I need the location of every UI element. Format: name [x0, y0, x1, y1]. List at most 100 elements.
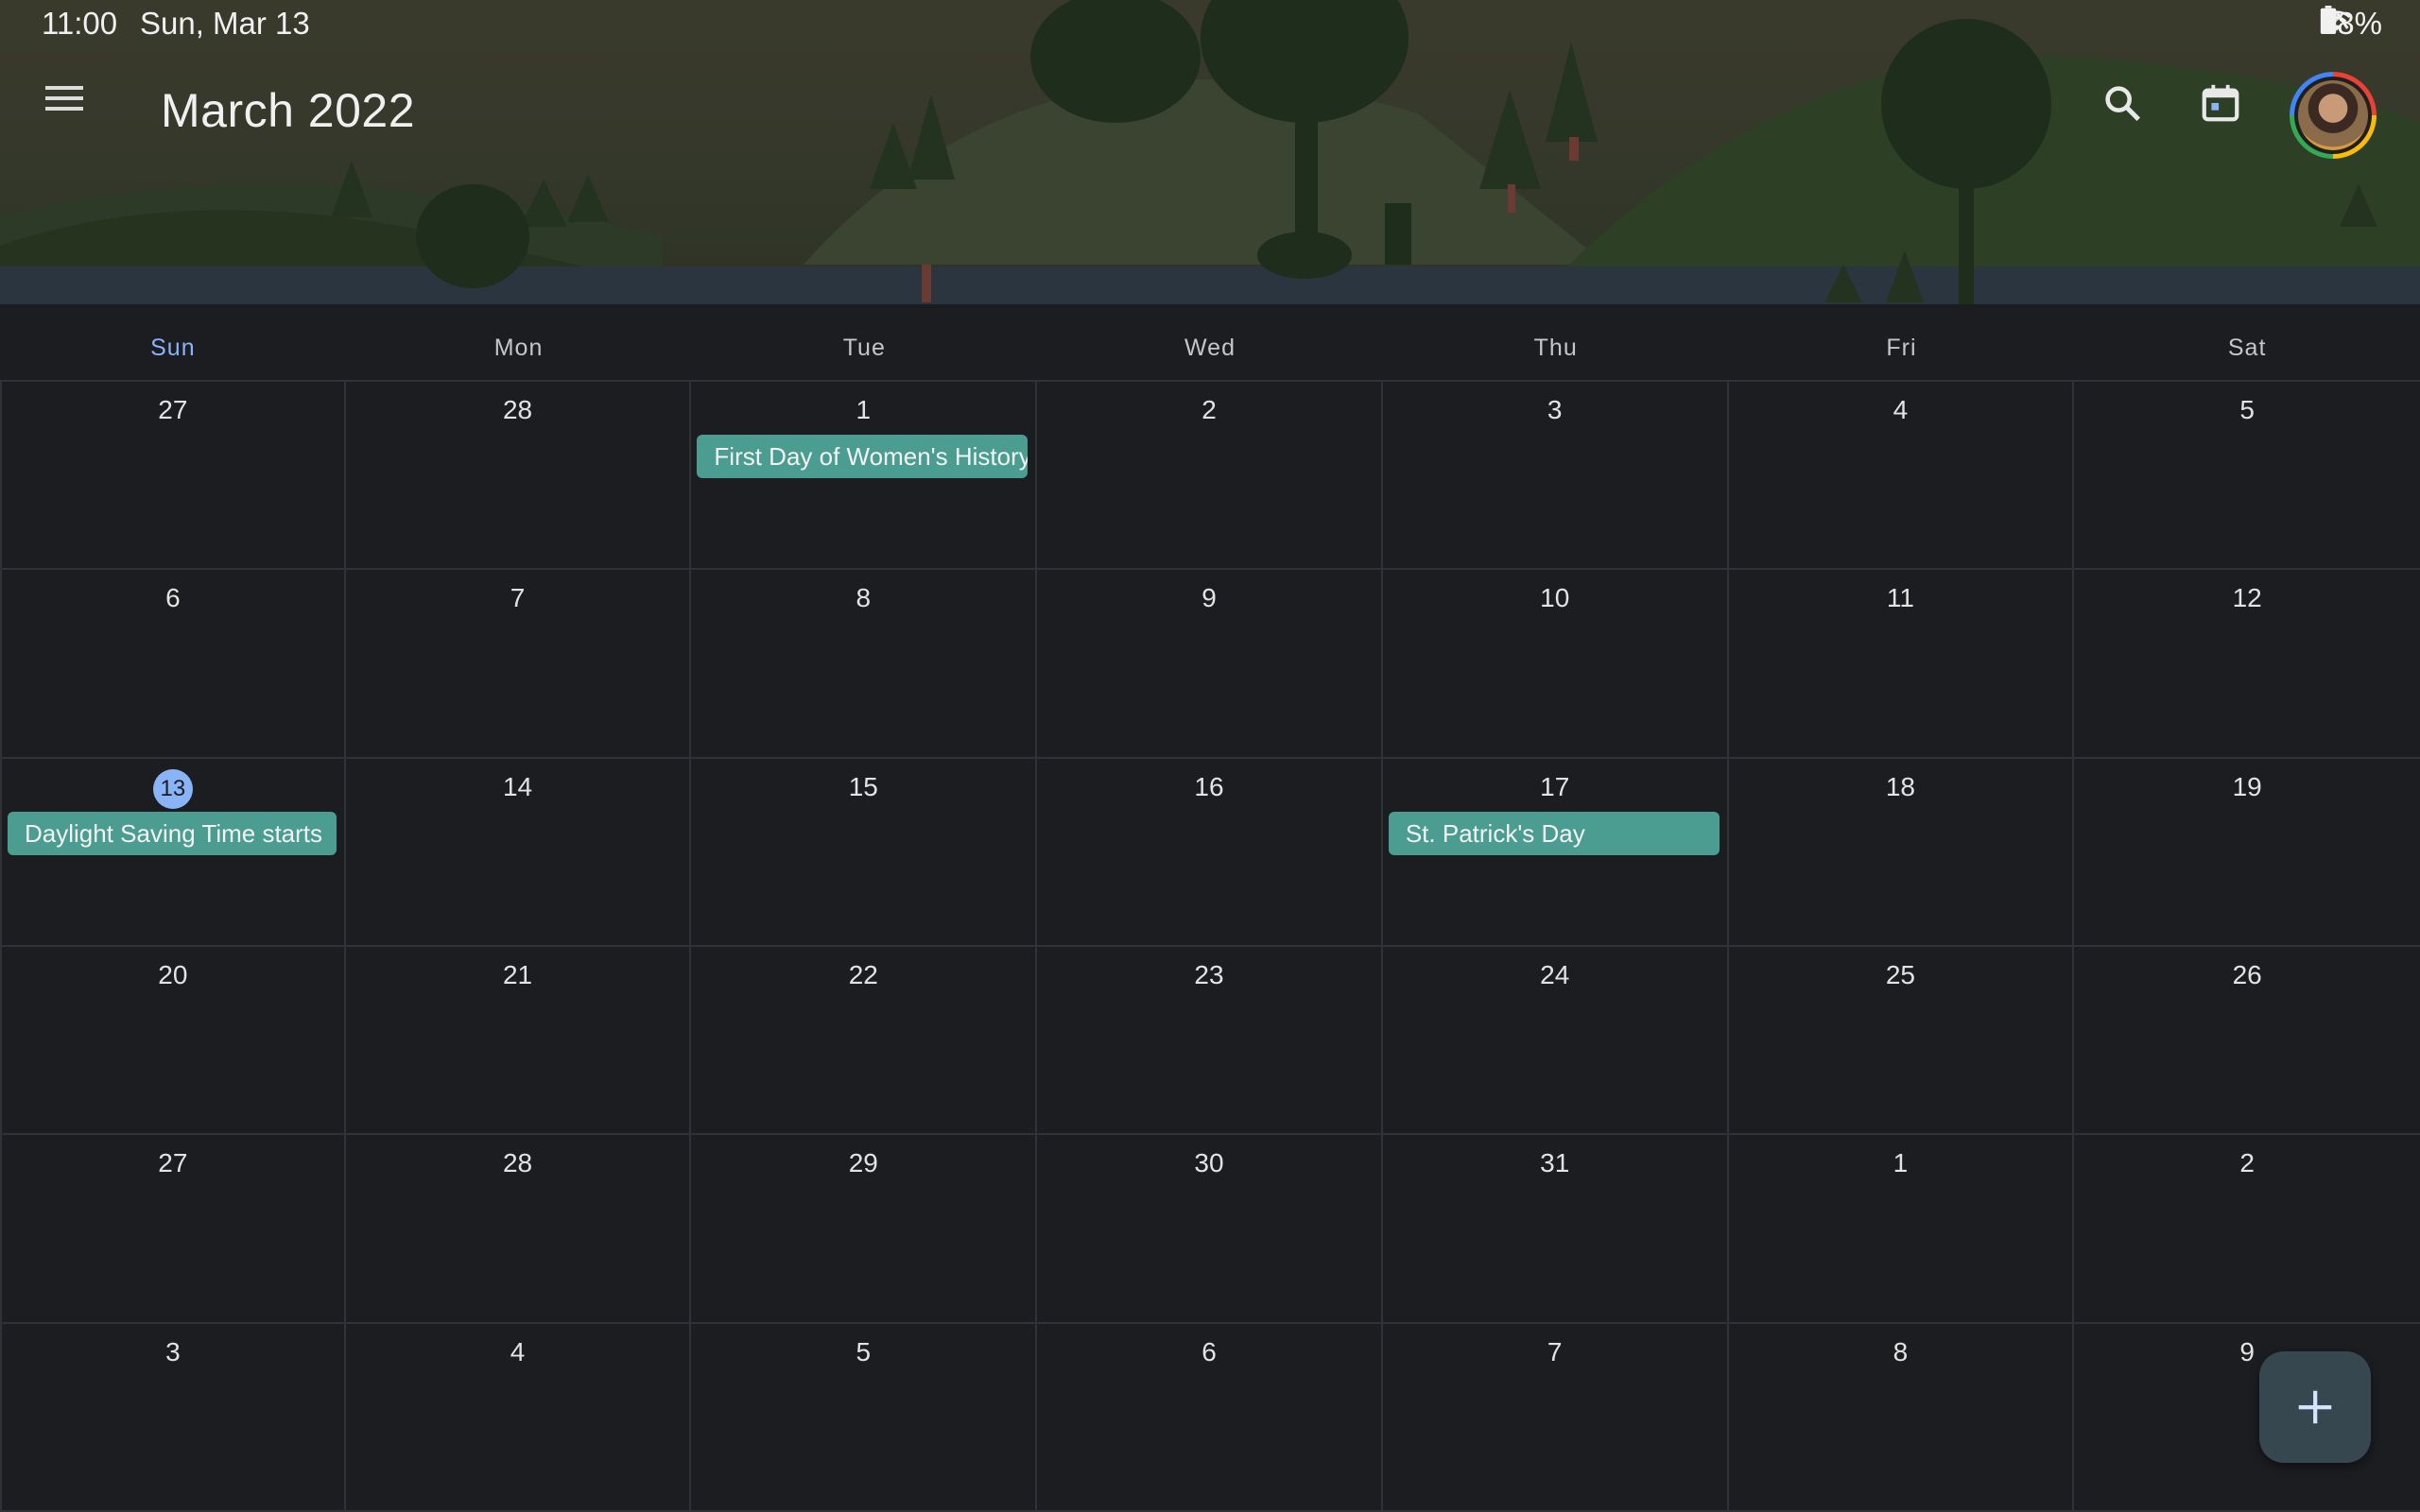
- day-number-text: 1: [856, 395, 872, 424]
- event-chip[interactable]: First Day of Women's History Month: [697, 435, 1028, 478]
- app-bar: March 2022: [0, 57, 2420, 170]
- day-cell[interactable]: 1: [1728, 1135, 2075, 1324]
- day-number: 1: [691, 395, 1035, 425]
- day-number: 28: [346, 395, 690, 425]
- day-cell[interactable]: 9: [1037, 570, 1383, 759]
- day-number: 5: [2074, 395, 2420, 425]
- calendar-today-icon: [2202, 84, 2239, 122]
- day-cell[interactable]: 15: [691, 758, 1038, 947]
- weekday-thu: Thu: [1533, 334, 1578, 361]
- menu-icon: [45, 86, 83, 111]
- day-number-text: 14: [502, 771, 533, 801]
- day-number-text: 8: [1893, 1336, 1909, 1366]
- create-event-button[interactable]: [2259, 1351, 2371, 1463]
- day-cell[interactable]: 6: [0, 570, 346, 759]
- day-cell[interactable]: 10: [1382, 570, 1729, 759]
- day-cell[interactable]: 21: [345, 946, 692, 1136]
- day-number-text: 3: [1547, 395, 1563, 424]
- day-number: 18: [1729, 772, 2073, 802]
- jump-to-today-button[interactable]: [2199, 81, 2267, 149]
- day-cell[interactable]: 18: [1728, 758, 2075, 947]
- day-number-text: 13: [152, 768, 193, 809]
- day-number: 29: [691, 1148, 1035, 1178]
- day-number: 6: [2, 583, 344, 613]
- day-number-text: 22: [848, 959, 878, 989]
- search-icon: [2105, 86, 2141, 122]
- day-cell[interactable]: 27: [0, 1135, 346, 1324]
- day-number: 11: [1729, 583, 2073, 613]
- page-title[interactable]: March 2022: [161, 83, 415, 138]
- day-number: 27: [2, 395, 344, 425]
- day-number: 27: [2, 1148, 344, 1178]
- day-number: 6: [1037, 1337, 1381, 1367]
- day-cell[interactable]: 17 St. Patrick's Day: [1382, 758, 1729, 947]
- day-cell[interactable]: 26: [2074, 947, 2420, 1136]
- day-number-text: 9: [2239, 1336, 2255, 1366]
- account-avatar-button[interactable]: [2290, 72, 2377, 159]
- day-cell[interactable]: 11: [1728, 570, 2075, 759]
- day-number: 23: [1037, 960, 1381, 990]
- day-cell[interactable]: 27: [0, 382, 346, 571]
- day-cell[interactable]: 2: [1037, 382, 1383, 571]
- day-cell[interactable]: 14: [345, 758, 692, 947]
- status-icons: 78%: [2320, 6, 2382, 42]
- day-cell[interactable]: 28: [345, 1135, 692, 1324]
- day-cell[interactable]: 20: [0, 946, 346, 1136]
- day-cell[interactable]: 30: [1037, 1135, 1383, 1324]
- day-number: 4: [346, 1337, 690, 1367]
- day-cell[interactable]: 3: [0, 1323, 346, 1512]
- day-number-text: 5: [2239, 395, 2255, 424]
- day-number-text: 30: [1194, 1148, 1224, 1178]
- day-number-text: 27: [158, 1148, 188, 1178]
- day-cell[interactable]: 28: [345, 382, 692, 571]
- day-cell[interactable]: 16: [1037, 758, 1383, 947]
- search-button[interactable]: [2100, 81, 2169, 149]
- day-cell[interactable]: 2: [2074, 1135, 2420, 1324]
- day-cell[interactable]: 8: [1728, 1323, 2075, 1512]
- day-number-text: 11: [1886, 583, 1914, 613]
- day-cell[interactable]: 25: [1728, 946, 2075, 1136]
- day-cell[interactable]: 6: [1037, 1323, 1383, 1512]
- day-number: 7: [346, 583, 690, 613]
- day-number: 9: [1037, 583, 1381, 613]
- day-cell[interactable]: 12: [2074, 570, 2420, 759]
- day-cell[interactable]: 7: [345, 570, 692, 759]
- status-date: Sun, Mar 13: [140, 6, 310, 41]
- day-cell[interactable]: 31: [1382, 1135, 1729, 1324]
- day-number: 31: [1383, 1148, 1727, 1178]
- day-cell[interactable]: 5: [691, 1323, 1038, 1512]
- day-cell[interactable]: 23: [1037, 946, 1383, 1136]
- avatar-photo: [2298, 80, 2368, 150]
- day-cell[interactable]: 24: [1382, 946, 1729, 1136]
- day-cell[interactable]: 4: [345, 1323, 692, 1512]
- menu-button[interactable]: [43, 83, 119, 144]
- day-cell[interactable]: 29: [691, 1135, 1038, 1324]
- day-cell[interactable]: 13 Daylight Saving Time starts: [0, 758, 346, 947]
- day-number: 26: [2074, 960, 2420, 990]
- day-number-text: 29: [848, 1148, 878, 1178]
- day-cell[interactable]: 4: [1728, 382, 2075, 571]
- day-cell[interactable]: 5: [2074, 382, 2420, 571]
- day-number: 14: [346, 772, 690, 802]
- day-number: 4: [1729, 395, 2073, 425]
- day-number: 30: [1037, 1148, 1381, 1178]
- day-cell[interactable]: 22: [691, 946, 1038, 1136]
- day-number-text: 3: [165, 1336, 181, 1366]
- event-chip[interactable]: Daylight Saving Time starts: [8, 811, 337, 855]
- day-number-text: 8: [856, 583, 872, 613]
- day-number-text: 18: [1885, 771, 1915, 801]
- day-number: 22: [691, 960, 1035, 990]
- day-number-text: 31: [1540, 1148, 1570, 1178]
- event-chip[interactable]: St. Patrick's Day: [1388, 811, 1720, 855]
- day-cell[interactable]: 19: [2074, 759, 2420, 947]
- day-cell[interactable]: 8: [691, 570, 1038, 759]
- day-number-text: 28: [502, 395, 533, 424]
- day-cell[interactable]: 1 First Day of Women's History Month: [691, 382, 1038, 571]
- day-number: 25: [1729, 960, 2073, 990]
- day-number-text: 2: [2239, 1148, 2255, 1178]
- day-cell[interactable]: 7: [1382, 1323, 1729, 1512]
- day-number-text: 24: [1540, 959, 1570, 989]
- weekday-mon: Mon: [493, 334, 544, 361]
- day-cell[interactable]: 3: [1382, 382, 1729, 571]
- day-number: 12: [2074, 583, 2420, 613]
